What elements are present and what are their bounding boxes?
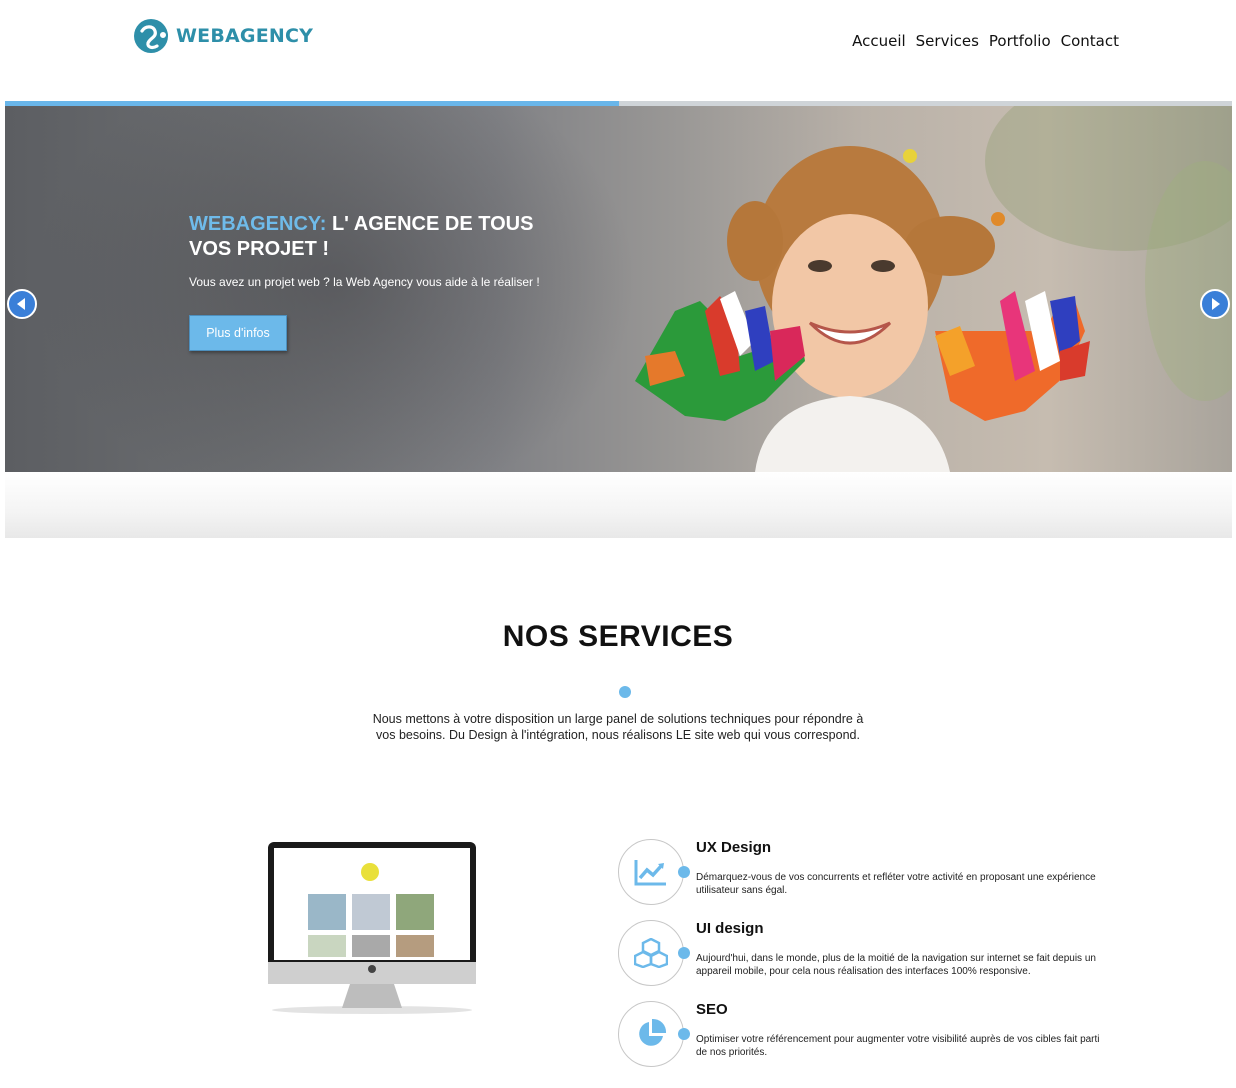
nav-item-accueil[interactable]: Accueil (852, 32, 906, 50)
pie-chart-icon (639, 1018, 667, 1046)
cubes-icon (634, 938, 668, 968)
slider-progress-track (5, 101, 1232, 106)
nav-item-contact[interactable]: Contact (1061, 32, 1119, 50)
services-description: Nous mettons à votre disposition un larg… (372, 712, 864, 742)
service-connector-dot (678, 866, 690, 878)
site-header: WEBAGENCY Accueil Services Portfolio Con… (0, 0, 1236, 100)
hero-subtitle: Vous avez un projet web ? la Web Agency … (189, 275, 540, 289)
hero-title-brand: WEBAGENCY: (189, 213, 327, 235)
nav-item-services[interactable]: Services (916, 32, 979, 50)
service-text: Aujourd'hui, dans le monde, plus de la m… (696, 953, 1096, 977)
arrow-left-icon (17, 298, 25, 310)
logo-icon (134, 19, 168, 53)
service-connector-dot (678, 1028, 690, 1040)
service-item-ux-design: UX Design Démarquez-vous de vos concurre… (618, 839, 1118, 909)
nav-item-portfolio[interactable]: Portfolio (989, 32, 1051, 50)
services-title: NOS SERVICES (502, 620, 734, 653)
hero-slider: WEBAGENCY: L' AGENCE DE TOUS VOS PROJET … (5, 101, 1232, 472)
hero-title: WEBAGENCY: L' AGENCE DE TOUS VOS PROJET … (189, 212, 549, 262)
main-nav: Accueil Services Portfolio Contact (852, 32, 1119, 50)
chart-line-icon (634, 860, 666, 886)
hero-image-child-painted-hands (635, 101, 1232, 472)
service-text: Optimiser votre référencement pour augme… (696, 1034, 1100, 1058)
service-item-ui-design: UI design Aujourd'hui, dans le monde, pl… (618, 920, 1118, 990)
service-text: Démarquez-vous de vos concurrents et ref… (696, 872, 1096, 896)
slider-prev-button[interactable] (7, 289, 37, 319)
service-item-seo: SEO Optimiser votre référencement pour a… (618, 1001, 1118, 1071)
service-icon-circle (618, 839, 684, 905)
slider-progress-bar (5, 101, 619, 106)
service-title: SEO (696, 1001, 728, 1018)
service-icon-circle (618, 1001, 684, 1067)
logo[interactable]: WEBAGENCY (133, 16, 313, 56)
services-separator-dot (619, 686, 631, 698)
brand-name: WEBAGENCY (176, 25, 314, 47)
slider-next-button[interactable] (1200, 289, 1230, 319)
more-info-button[interactable]: Plus d'infos (189, 315, 287, 351)
service-connector-dot (678, 947, 690, 959)
service-title: UI design (696, 920, 764, 937)
hero-bottom-shadow (5, 472, 1232, 538)
service-title: UX Design (696, 839, 772, 856)
arrow-right-icon (1212, 298, 1220, 310)
service-icon-circle (618, 920, 684, 986)
imac-mockup-image (268, 842, 476, 1014)
